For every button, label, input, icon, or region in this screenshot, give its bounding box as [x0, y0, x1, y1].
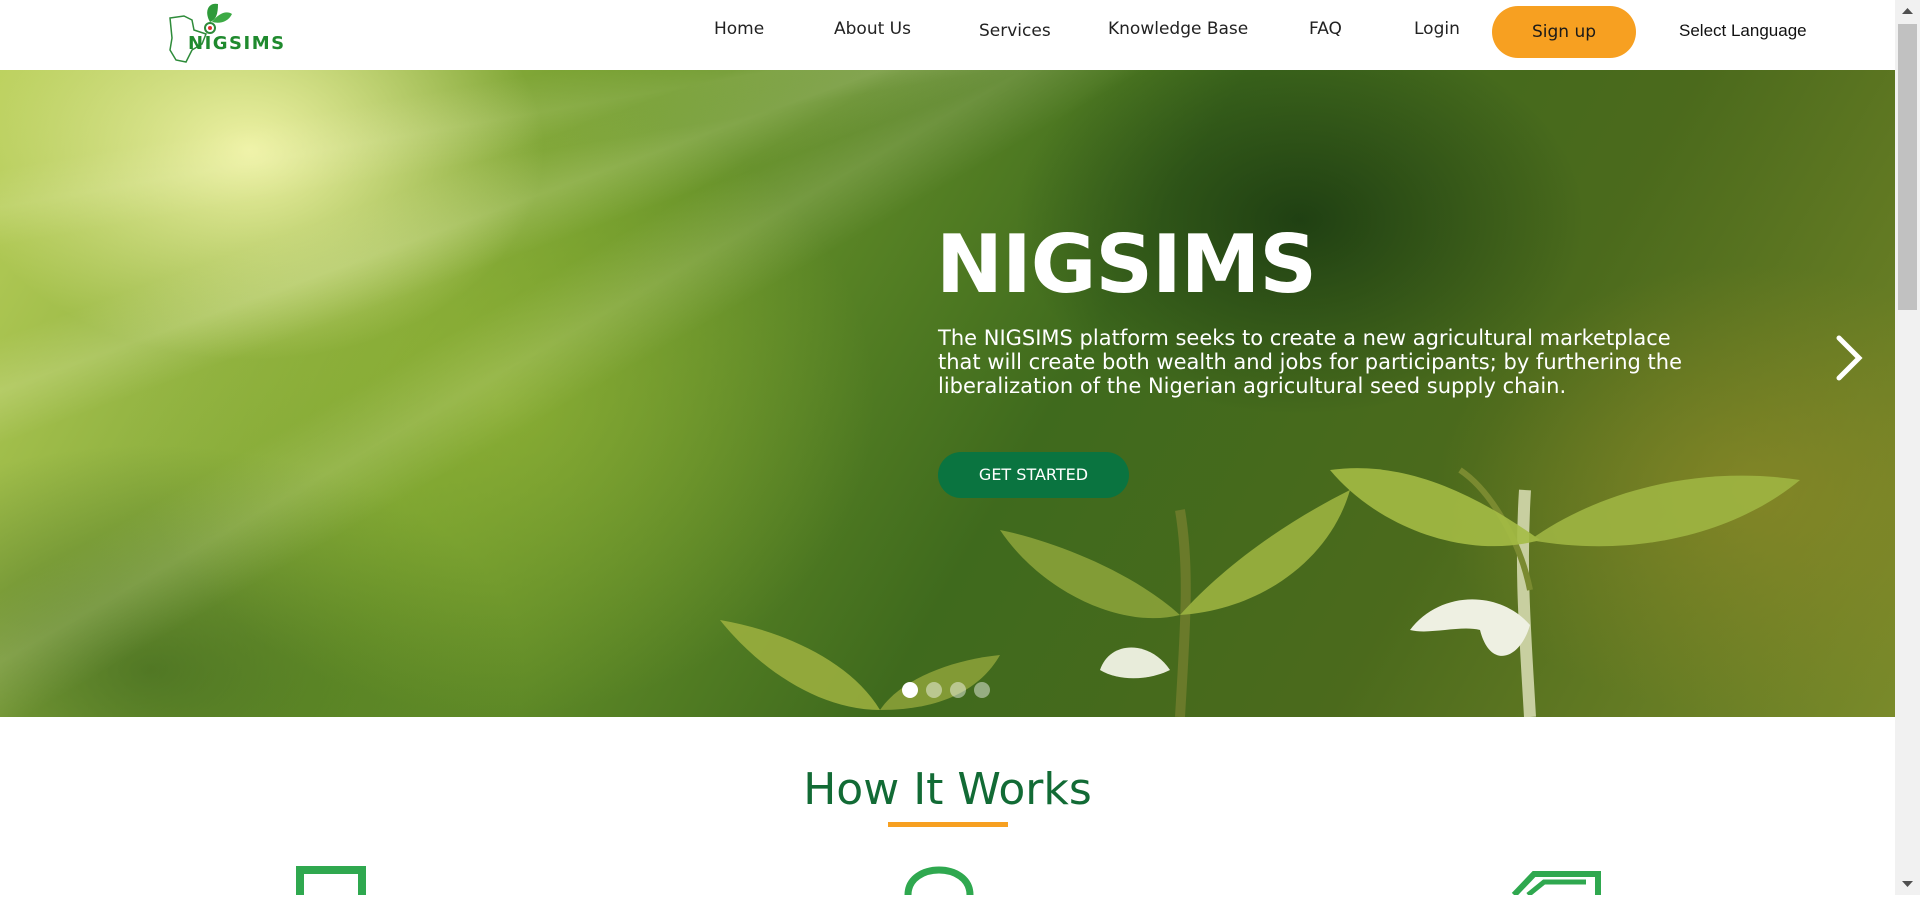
- scroll-up-button[interactable]: [1895, 0, 1920, 22]
- carousel-dot-4[interactable]: [974, 682, 990, 698]
- signup-button[interactable]: Sign up: [1492, 6, 1636, 58]
- carousel-dot-3[interactable]: [950, 682, 966, 698]
- nav-services[interactable]: Services: [979, 21, 1051, 41]
- card-icon: [1511, 871, 1601, 895]
- nav-knowledge-base[interactable]: Knowledge Base: [1108, 19, 1248, 39]
- arrow-up-icon: [1902, 8, 1913, 14]
- site-logo[interactable]: NIGSIMS: [166, 0, 296, 66]
- scroll-down-button[interactable]: [1895, 873, 1920, 895]
- chevron-right-icon: [1836, 335, 1863, 381]
- search-icon: [904, 866, 974, 895]
- arrow-down-icon: [1902, 881, 1913, 887]
- tablet-icon: [296, 866, 366, 895]
- nav-faq[interactable]: FAQ: [1309, 19, 1342, 39]
- carousel-dot-2[interactable]: [926, 682, 942, 698]
- hero-description: The NIGSIMS platform seeks to create a n…: [938, 326, 1682, 398]
- logo-text: NIGSIMS: [188, 33, 286, 54]
- nav-about-us[interactable]: About Us: [834, 19, 911, 39]
- title-underline: [888, 822, 1008, 827]
- get-started-button[interactable]: GET STARTED: [938, 452, 1129, 498]
- carousel-dot-1[interactable]: [902, 682, 918, 698]
- scrollbar-thumb[interactable]: [1898, 24, 1917, 310]
- language-selector[interactable]: Select Language: [1679, 21, 1807, 41]
- page-scrollbar[interactable]: [1895, 0, 1920, 895]
- carousel-next-button[interactable]: [1834, 334, 1864, 386]
- hero-title: NIGSIMS: [936, 218, 1317, 311]
- nav-home[interactable]: Home: [714, 19, 764, 39]
- how-it-works-title: How It Works: [803, 764, 1092, 815]
- hero-carousel: NIGSIMS The NIGSIMS platform seeks to cr…: [0, 70, 1895, 717]
- nav-login[interactable]: Login: [1414, 19, 1460, 39]
- site-header: NIGSIMS Home About Us Services Knowledge…: [0, 0, 1895, 70]
